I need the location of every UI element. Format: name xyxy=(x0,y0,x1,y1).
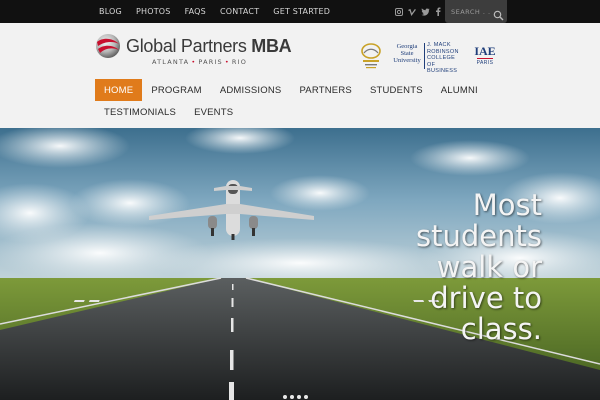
nav-item-events[interactable]: EVENTS xyxy=(185,101,242,123)
iae-divider xyxy=(477,58,493,59)
city-separator-dot: • xyxy=(224,58,230,66)
logo-cities: ATLANTA • PARIS • RIO xyxy=(152,58,247,66)
top-nav-get-started[interactable]: GET STARTED xyxy=(273,7,330,16)
city-atlanta: ATLANTA xyxy=(152,58,190,66)
gsu-name-line-1: Georgia State xyxy=(396,43,418,57)
main-nav-row: HOME PROGRAM ADMISSIONS PARTNERS STUDENT… xyxy=(95,79,505,101)
site-header: Global Partners MBA ATLANTA • PARIS • RIO Ge… xyxy=(0,23,600,128)
globe-logo-icon[interactable] xyxy=(95,33,121,59)
iae-paris-logo[interactable]: IAE PARIS xyxy=(474,42,496,70)
top-nav-faqs[interactable]: FAQS xyxy=(185,7,206,16)
gsu-name-line-2: University xyxy=(393,57,421,64)
nav-item-testimonials[interactable]: TESTIMONIALS xyxy=(95,101,185,123)
top-utility-bar: BLOG PHOTOS FAQS CONTACT GET STARTED xyxy=(0,0,600,23)
nav-item-partners[interactable]: PARTNERS xyxy=(290,79,360,101)
search-input[interactable] xyxy=(451,6,493,17)
partner-seal-logo[interactable] xyxy=(360,42,382,72)
robinson-line-4: OF BUSINESS xyxy=(427,61,458,75)
hero-line: class. xyxy=(460,312,542,346)
iae-city: PARIS xyxy=(476,60,494,66)
hero-slider[interactable]: Most students walk or drive to class. xyxy=(0,128,600,400)
search-icon[interactable] xyxy=(493,6,504,21)
hero-line: drive to xyxy=(430,281,542,315)
iae-mark: IAE xyxy=(474,44,496,58)
logo-wordmark[interactable]: Global Partners MBA xyxy=(126,36,292,57)
slider-dot[interactable] xyxy=(304,395,308,399)
gsu-wordmark: Georgia State University xyxy=(392,43,422,64)
georgia-state-robinson-logo[interactable]: Georgia State University J. MACK ROBINSO… xyxy=(392,41,467,74)
slider-dot[interactable] xyxy=(283,395,287,399)
logo-mba: MBA xyxy=(251,36,292,56)
logo-divider xyxy=(424,43,425,69)
nav-item-home[interactable]: HOME xyxy=(95,79,143,101)
main-nav: HOME PROGRAM ADMISSIONS PARTNERS STUDENT… xyxy=(95,79,505,123)
hero-headline: Most students walk or drive to class. xyxy=(416,190,542,345)
slider-pagination xyxy=(283,395,311,399)
nav-item-program[interactable]: PROGRAM xyxy=(142,79,211,101)
main-nav-row: TESTIMONIALS EVENTS xyxy=(95,101,505,123)
top-nav-blog[interactable]: BLOG xyxy=(99,7,122,16)
hero-line: Most xyxy=(472,188,542,222)
city-paris: PARIS xyxy=(198,58,223,66)
vimeo-icon[interactable] xyxy=(407,7,417,17)
hero-line: students xyxy=(416,219,542,253)
nav-item-alumni[interactable]: ALUMNI xyxy=(432,79,487,101)
slider-dot[interactable] xyxy=(290,395,294,399)
top-nav: BLOG PHOTOS FAQS CONTACT GET STARTED xyxy=(92,0,337,23)
logo-name: Global Partners xyxy=(126,36,252,56)
nav-item-students[interactable]: STUDENTS xyxy=(361,79,432,101)
social-links xyxy=(394,0,446,23)
top-nav-photos[interactable]: PHOTOS xyxy=(136,7,171,16)
instagram-icon[interactable] xyxy=(394,7,404,17)
hero-line: walk or xyxy=(436,250,542,284)
top-nav-contact[interactable]: CONTACT xyxy=(220,7,259,16)
city-separator-dot: • xyxy=(191,58,197,66)
twitter-icon[interactable] xyxy=(420,7,430,17)
city-rio: RIO xyxy=(231,58,248,66)
facebook-icon[interactable] xyxy=(433,7,443,17)
robinson-wordmark: J. MACK ROBINSON COLLEGE OF BUSINESS xyxy=(427,42,467,75)
slider-dot[interactable] xyxy=(297,395,301,399)
nav-item-admissions[interactable]: ADMISSIONS xyxy=(211,79,291,101)
search-box xyxy=(445,0,507,23)
